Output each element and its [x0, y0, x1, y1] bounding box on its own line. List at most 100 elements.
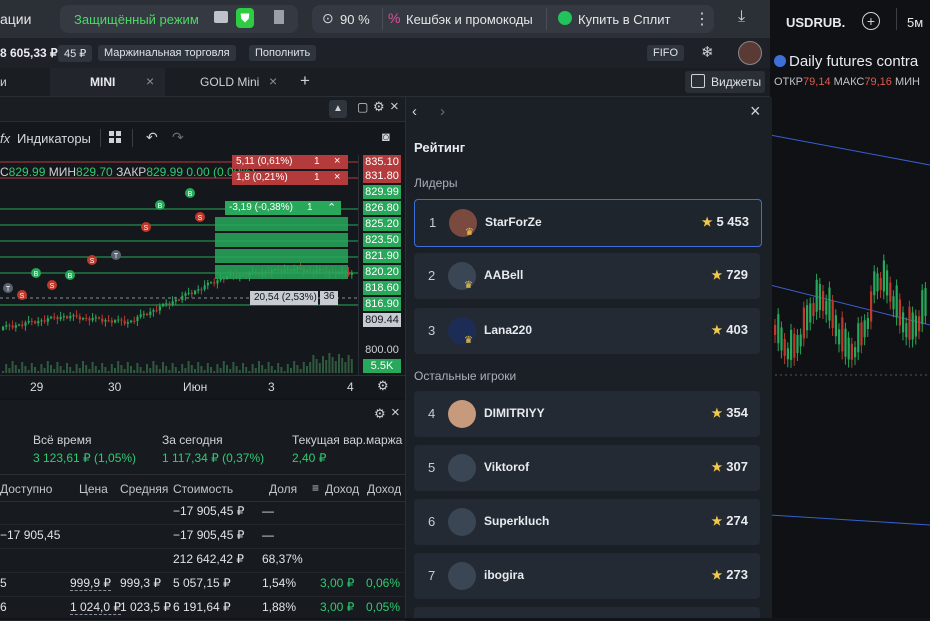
tab-previous[interactable]: и — [0, 75, 7, 89]
shield-icon[interactable]: ⛊ — [236, 8, 254, 28]
widgets-button[interactable]: Виджеты — [685, 71, 765, 93]
back-icon[interactable]: ‹ — [412, 103, 417, 120]
zoom-level[interactable]: 90 % — [340, 12, 370, 27]
avatar[interactable] — [448, 454, 476, 482]
bookmark-icon[interactable] — [274, 10, 284, 24]
indicators-icon[interactable]: fx — [0, 131, 10, 146]
volume-bar — [142, 371, 145, 373]
candle — [181, 295, 184, 300]
tab-mini[interactable]: MINI × — [50, 68, 165, 96]
rating-card[interactable]: 7 ibogira ★ 273 — [414, 553, 760, 599]
settings-icon[interactable]: ⚙ — [373, 99, 385, 115]
rating-card[interactable]: 2 AABell ★ 729 ♛ — [414, 253, 760, 299]
cancel-order-icon[interactable]: × — [334, 155, 340, 167]
top-up-button[interactable]: Пополнить — [249, 45, 317, 61]
fifo-button[interactable]: FIFO — [647, 45, 685, 61]
trade-marker-label: S — [90, 258, 95, 265]
collapse-icon[interactable]: ▲ — [329, 100, 347, 118]
table-row[interactable]: −17 905,45 −17 905,45 ₽ — — [0, 524, 405, 549]
cashback-button[interactable]: Кешбэк и промокоды — [406, 12, 533, 27]
undo-icon[interactable]: ↶ — [146, 129, 158, 146]
order-chip[interactable]: -3,19 (-0,38%) 1 ⌃ — [225, 201, 341, 215]
col-income-pct[interactable]: Доход — [367, 482, 401, 496]
timeframe-button[interactable]: 5м — [907, 15, 923, 30]
snowflake-icon[interactable]: ❄ — [701, 43, 714, 61]
window-icon[interactable]: ▢ — [357, 100, 368, 114]
cell-income-pct: 0,05% — [366, 600, 401, 614]
cell-avg: 1 023,5 ₽ — [120, 600, 172, 614]
order-chip[interactable] — [215, 265, 348, 279]
trade-marker-label: S — [198, 215, 203, 222]
volume-bar — [110, 364, 113, 373]
volume-bar — [283, 371, 286, 373]
close-icon[interactable]: × — [390, 98, 399, 115]
col-share[interactable]: Доля — [269, 482, 297, 496]
order-chip[interactable]: 1,8 (0,21%) 1 × — [232, 171, 348, 185]
axis-settings-icon[interactable]: ⚙ — [377, 378, 389, 394]
tab-gold-mini[interactable]: GOLD Mini × — [168, 68, 288, 96]
forward-icon[interactable]: › — [440, 103, 445, 120]
table-row[interactable]: 5 999,9 ₽ 999,3 ₽ 5 057,15 ₽ 1,54% 3,00 ₽ 0,06… — [0, 572, 405, 597]
redo-icon[interactable]: ↷ — [172, 129, 184, 146]
volume-bar — [315, 359, 318, 373]
table-row[interactable]: 212 642,42 ₽ 68,37% — [0, 548, 405, 573]
col-price[interactable]: Цена — [79, 482, 108, 496]
volume-bar — [350, 359, 353, 373]
camera-icon[interactable]: ◙ — [382, 129, 390, 144]
instrument-tabs: и MINI × GOLD Mini × + Виджеты — [0, 68, 770, 97]
split-button[interactable]: Купить в Сплит — [578, 12, 670, 27]
close-icon[interactable]: × — [391, 404, 400, 421]
table-row[interactable]: 6 1 024,0 ₽1 023,5 ₽6 191,64 ₽ 1,88% 3,00 ₽… — [0, 596, 405, 621]
close-icon[interactable]: × — [750, 101, 761, 122]
rating-card[interactable]: 1 StarForZe ★ 5 453 ♛ — [414, 199, 762, 247]
cancel-order-icon[interactable]: × — [334, 171, 340, 183]
rating-card[interactable]: 3 Lana220 ★ 403 ♛ — [414, 308, 760, 354]
tab-title[interactable]: ации — [0, 11, 31, 27]
margin-trading-button[interactable]: Маржинальная торговля — [98, 45, 236, 61]
col-cost[interactable]: Стоимость — [173, 482, 233, 496]
more-icon[interactable]: ⋮ — [694, 9, 710, 29]
avatar[interactable] — [448, 508, 476, 536]
col-income[interactable]: Доход — [325, 482, 359, 496]
low-label: МИН — [894, 76, 920, 88]
protected-mode-pill[interactable]: Защищённый режим ⛊ — [60, 5, 298, 33]
settings-icon[interactable]: ⚙ — [374, 406, 386, 422]
all-time-label: Всё время — [33, 433, 92, 447]
col-available[interactable]: Доступно — [0, 482, 52, 496]
order-chip[interactable] — [215, 249, 348, 263]
avatar[interactable] — [448, 400, 476, 428]
candle — [882, 260, 885, 292]
indicators-button[interactable]: Индикаторы — [17, 131, 91, 146]
usdrub-candle-chart[interactable] — [770, 95, 930, 618]
volume-bar — [11, 361, 14, 373]
close-icon[interactable]: × — [269, 73, 277, 89]
col-average[interactable]: Средняя — [120, 482, 168, 496]
list-item[interactable] — [414, 607, 760, 618]
rating-card[interactable]: 4 DIMITRIYY ★ 354 — [414, 391, 760, 437]
volume-bar — [146, 364, 148, 373]
cell-share: — — [262, 528, 274, 542]
table-row[interactable]: −17 905,45 ₽ — — [0, 500, 405, 525]
volume-bar — [117, 361, 120, 373]
close-icon[interactable]: × — [146, 73, 154, 89]
zoom-icon[interactable]: ⊙ — [322, 10, 334, 27]
add-tab-button[interactable]: + — [300, 71, 310, 91]
ticker-label[interactable]: USDRUB. — [786, 15, 845, 30]
chat-icon[interactable] — [214, 11, 228, 23]
download-icon[interactable]: ⤓ — [738, 8, 745, 26]
add-symbol-icon[interactable]: + — [862, 12, 880, 30]
rating-card[interactable]: 5 Viktorof ★ 307 — [414, 445, 760, 491]
candle — [155, 310, 158, 312]
sort-icon[interactable]: ≡ — [312, 481, 319, 495]
price-level: 818.60 — [363, 281, 401, 295]
layout-icon[interactable] — [109, 131, 121, 143]
avatar[interactable] — [738, 41, 762, 65]
order-chip[interactable]: 5,11 (0,61%) 1 × — [232, 155, 348, 169]
order-chip[interactable] — [215, 233, 348, 247]
order-chip[interactable] — [215, 217, 348, 231]
rating-card[interactable]: 6 Superkluch ★ 274 — [414, 499, 760, 545]
score-value: 354 — [726, 405, 748, 420]
avatar[interactable] — [448, 562, 476, 590]
move-order-icon[interactable]: ⌃ — [327, 201, 336, 214]
candle — [56, 317, 59, 320]
